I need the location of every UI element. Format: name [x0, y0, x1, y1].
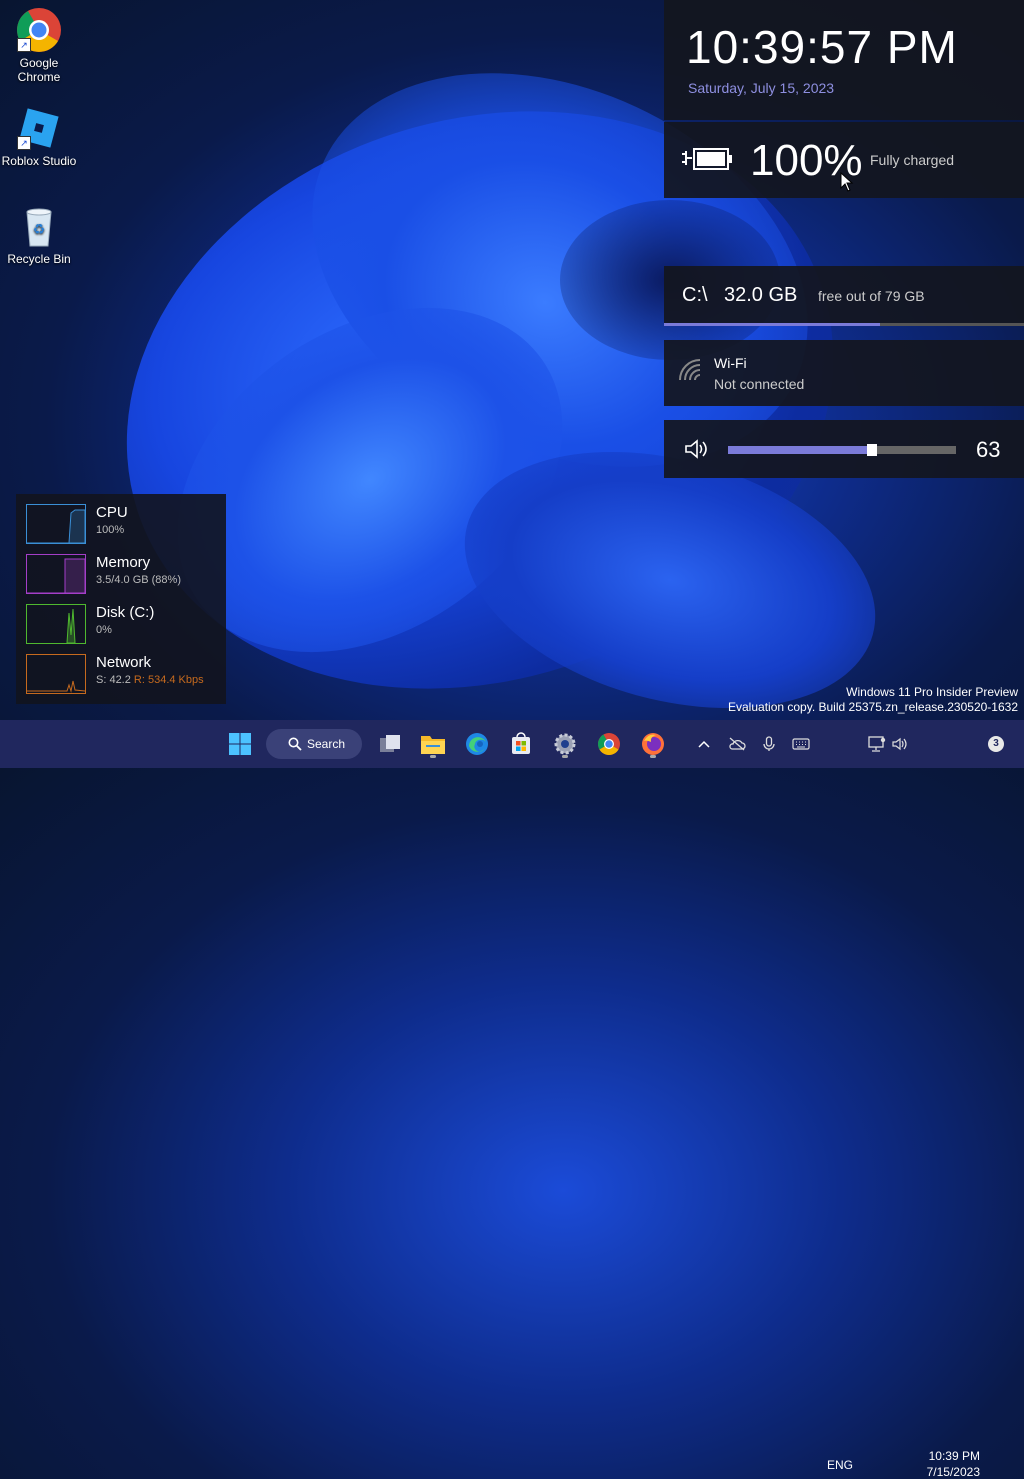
- taskbar-store[interactable]: [506, 728, 536, 760]
- keyboard-icon: [792, 738, 810, 750]
- cursor-icon: [840, 171, 854, 197]
- battery-status: Fully charged: [870, 152, 955, 168]
- watermark-line: Evaluation copy. Build 25375.zn_release.…: [728, 700, 1018, 714]
- input-language[interactable]: ENG: [827, 1458, 853, 1472]
- edge-icon: [466, 733, 488, 755]
- resource-label: Network: [96, 654, 152, 671]
- task-view-button[interactable]: [376, 728, 404, 760]
- running-indicator: [650, 755, 656, 758]
- desktop-icon-label: Recycle Bin: [7, 252, 71, 266]
- store-icon: [512, 732, 530, 754]
- roblox-studio-icon: ↗: [15, 104, 63, 152]
- gear-icon: [554, 733, 576, 755]
- watermark-line: Windows 11 Pro Insider Preview: [846, 685, 1018, 699]
- speaker-icon: [892, 737, 907, 751]
- svg-text:♻: ♻: [33, 222, 46, 238]
- resource-label: Disk (C:): [96, 604, 155, 621]
- task-view-icon: [380, 735, 400, 752]
- desktop-icon-label: Chrome: [17, 70, 61, 84]
- network-icon: [868, 736, 886, 752]
- network-graph: [26, 654, 86, 694]
- disk-usage-fill: [664, 323, 880, 326]
- cloud-offline-icon: [729, 737, 746, 751]
- clock-time: 10:39:57 PM: [686, 21, 958, 73]
- speaker-icon[interactable]: [684, 438, 712, 465]
- taskbar-settings[interactable]: [550, 728, 580, 760]
- running-indicator: [562, 755, 568, 758]
- running-indicator: [430, 755, 436, 758]
- resource-memory: Memory 3.5/4.0 GB (88%): [26, 554, 226, 598]
- tray-network[interactable]: [866, 728, 888, 760]
- resource-monitor: CPU 100% Memory 3.5/4.0 GB (88%) Disk (C…: [16, 494, 226, 704]
- resource-value: S: 42.2 R: 534.4 Kbps: [96, 674, 204, 686]
- volume-slider-fill: [728, 446, 872, 454]
- recycle-bin-icon: ♻: [15, 202, 63, 250]
- folder-icon: [421, 736, 445, 754]
- memory-graph: [26, 554, 86, 594]
- search-button[interactable]: Search: [266, 729, 362, 759]
- resource-label: Memory: [96, 554, 151, 571]
- wifi-icon: [678, 358, 704, 389]
- wifi-name: Wi-Fi: [714, 355, 747, 371]
- desktop-icon-label: Roblox Studio: [1, 154, 77, 168]
- windows-logo-icon: [229, 733, 251, 755]
- notification-badge[interactable]: 3: [988, 736, 1004, 752]
- taskbar-chrome[interactable]: [594, 728, 624, 760]
- search-icon: [288, 737, 302, 751]
- battery-charging-icon: [680, 144, 734, 179]
- wifi-status: Not connected: [714, 376, 805, 392]
- volume-slider-thumb[interactable]: [866, 444, 877, 456]
- tray-touch-keyboard[interactable]: [790, 728, 812, 760]
- tray-microphone[interactable]: [760, 728, 778, 760]
- cpu-graph: [26, 504, 86, 544]
- tray-volume[interactable]: [890, 728, 910, 760]
- start-button[interactable]: [226, 728, 254, 760]
- disk-widget: C:\ 32.0 GB free out of 79 GB: [664, 266, 1024, 326]
- show-hidden-icons-button[interactable]: [694, 728, 714, 760]
- volume-level: 63: [976, 437, 1001, 462]
- resource-cpu: CPU 100%: [26, 504, 226, 548]
- chrome-icon: [598, 733, 620, 755]
- disk-total: free out of 79 GB: [818, 288, 925, 304]
- resource-value: 100%: [96, 524, 125, 536]
- taskbar-clock[interactable]: 10:39 PM 7/15/2023: [926, 1449, 980, 1479]
- windows-watermark: Windows 11 Pro Insider Preview Evaluatio…: [728, 685, 1018, 715]
- desktop-icon-label: Google: [19, 56, 59, 70]
- microphone-icon: [763, 736, 775, 751]
- taskbar-date: 7/15/2023: [926, 1465, 980, 1479]
- disk-drive: C:\: [682, 284, 708, 306]
- resource-label: CPU: [96, 504, 128, 521]
- taskbar-time: 10:39 PM: [928, 1449, 980, 1463]
- resource-disk: Disk (C:) 0%: [26, 604, 226, 648]
- taskbar-file-explorer[interactable]: [418, 728, 448, 760]
- wifi-widget[interactable]: Wi-Fi Not connected: [664, 340, 1024, 406]
- network-send: S: 42.2: [96, 674, 131, 686]
- network-receive: R: 534.4 Kbps: [133, 674, 204, 686]
- chevron-up-icon: [698, 740, 710, 748]
- taskbar: Search ENG 10:39 PM 7/15/2023: [0, 720, 1024, 1479]
- search-label: Search: [307, 737, 346, 751]
- firefox-icon: [642, 733, 664, 755]
- volume-slider[interactable]: [728, 444, 956, 456]
- taskbar-firefox[interactable]: [638, 728, 668, 760]
- disk-graph: [26, 604, 86, 644]
- desktop-icon-chrome[interactable]: ↗ Google Chrome: [0, 6, 79, 84]
- resource-network: Network S: 42.2 R: 534.4 Kbps: [26, 654, 226, 698]
- tray-onedrive[interactable]: [726, 728, 748, 760]
- resource-value: 3.5/4.0 GB (88%): [96, 574, 181, 586]
- taskbar-edge[interactable]: [462, 728, 492, 760]
- disk-free: 32.0 GB: [724, 284, 798, 306]
- chrome-icon: ↗: [15, 6, 63, 54]
- clock-date: Saturday, July 15, 2023: [688, 80, 835, 96]
- disk-usage-bar: [664, 323, 1024, 326]
- desktop-icon-recycle-bin[interactable]: ♻ Recycle Bin: [0, 202, 79, 266]
- clock-widget: 10:39:57 PM Saturday, July 15, 2023: [664, 0, 1024, 120]
- desktop-icon-roblox-studio[interactable]: ↗ Roblox Studio: [0, 104, 79, 168]
- volume-widget: 63: [664, 420, 1024, 478]
- resource-value: 0%: [96, 624, 112, 636]
